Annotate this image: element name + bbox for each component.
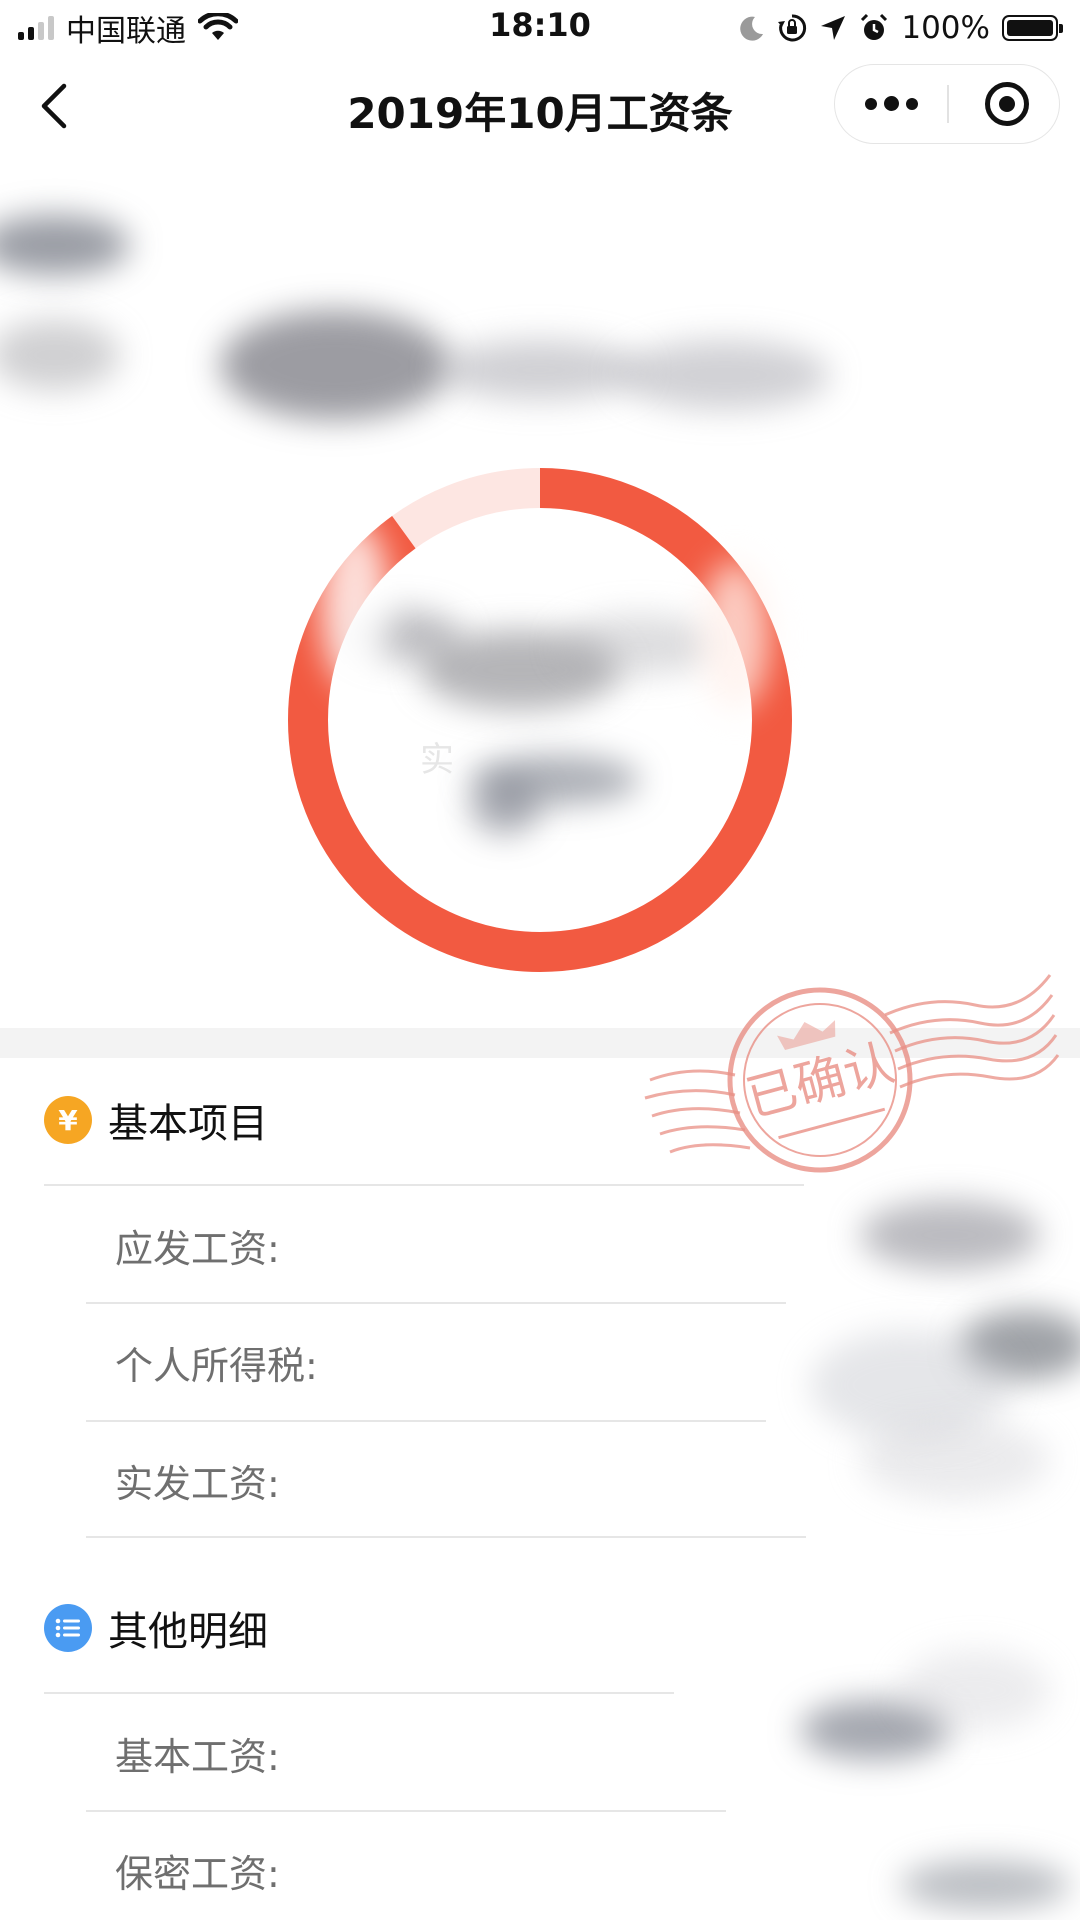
divider <box>86 1810 726 1812</box>
divider <box>86 1302 786 1304</box>
row-income-tax-label: 个人所得税: <box>115 1344 318 1388</box>
rotation-lock-icon <box>778 14 807 42</box>
redaction-smudge <box>220 310 450 420</box>
redaction-smudge <box>860 1200 1040 1270</box>
redaction-smudge <box>860 1420 1050 1500</box>
mini-program-capsule <box>834 64 1060 144</box>
stamp-text: 已确认 <box>740 1034 900 1129</box>
redaction-smudge <box>620 340 830 410</box>
nav-bar: 2019年10月工资条 <box>0 56 1080 156</box>
section-title: 基本项目 <box>108 1101 268 1147</box>
section-title: 其他明细 <box>108 1609 268 1655</box>
capsule-divider <box>947 85 949 123</box>
location-arrow-icon <box>821 16 846 40</box>
redaction-smudge <box>560 615 720 675</box>
divider <box>86 1536 806 1538</box>
row-base-salary-label: 基本工资: <box>115 1735 280 1779</box>
battery-icon <box>1002 15 1063 41</box>
redaction-smudge <box>0 215 130 275</box>
section-other-details: 其他明细 <box>44 1600 268 1656</box>
alarm-icon <box>861 13 888 40</box>
divider <box>44 1692 674 1694</box>
redaction-smudge <box>900 1650 1050 1730</box>
redaction-smudge <box>700 560 770 710</box>
list-icon <box>44 1604 92 1652</box>
redaction-smudge <box>470 780 540 835</box>
confirmed-stamp: 已确认 <box>644 974 1060 1173</box>
divider <box>86 1420 766 1422</box>
battery-percent: 100% <box>901 10 990 46</box>
redaction-smudge <box>900 1860 1070 1910</box>
donut-center-label: 实 <box>420 740 454 780</box>
redaction-smudge <box>320 520 390 690</box>
moon-icon <box>740 16 764 41</box>
back-chevron-icon[interactable] <box>28 78 84 134</box>
redaction-smudge <box>440 340 640 400</box>
section-basic-items: ¥ 基本项目 <box>44 1092 268 1148</box>
redaction-smudge <box>0 320 120 390</box>
more-dots-icon[interactable] <box>835 65 947 142</box>
row-gross-salary-label: 应发工资: <box>115 1227 280 1271</box>
target-circle-icon[interactable] <box>985 82 1029 126</box>
status-right: 100% <box>737 8 1063 48</box>
yen-icon: ¥ <box>44 1096 92 1144</box>
status-bar: 中国联通 18:10 100% <box>0 0 1080 56</box>
list-icon-glyph <box>55 1618 80 1638</box>
row-net-salary-label: 实发工资: <box>115 1462 280 1506</box>
row-confidential-salary-label: 保密工资: <box>115 1852 280 1896</box>
battery-fill <box>1007 20 1053 36</box>
page-title: 2019年10月工资条 <box>347 89 733 138</box>
